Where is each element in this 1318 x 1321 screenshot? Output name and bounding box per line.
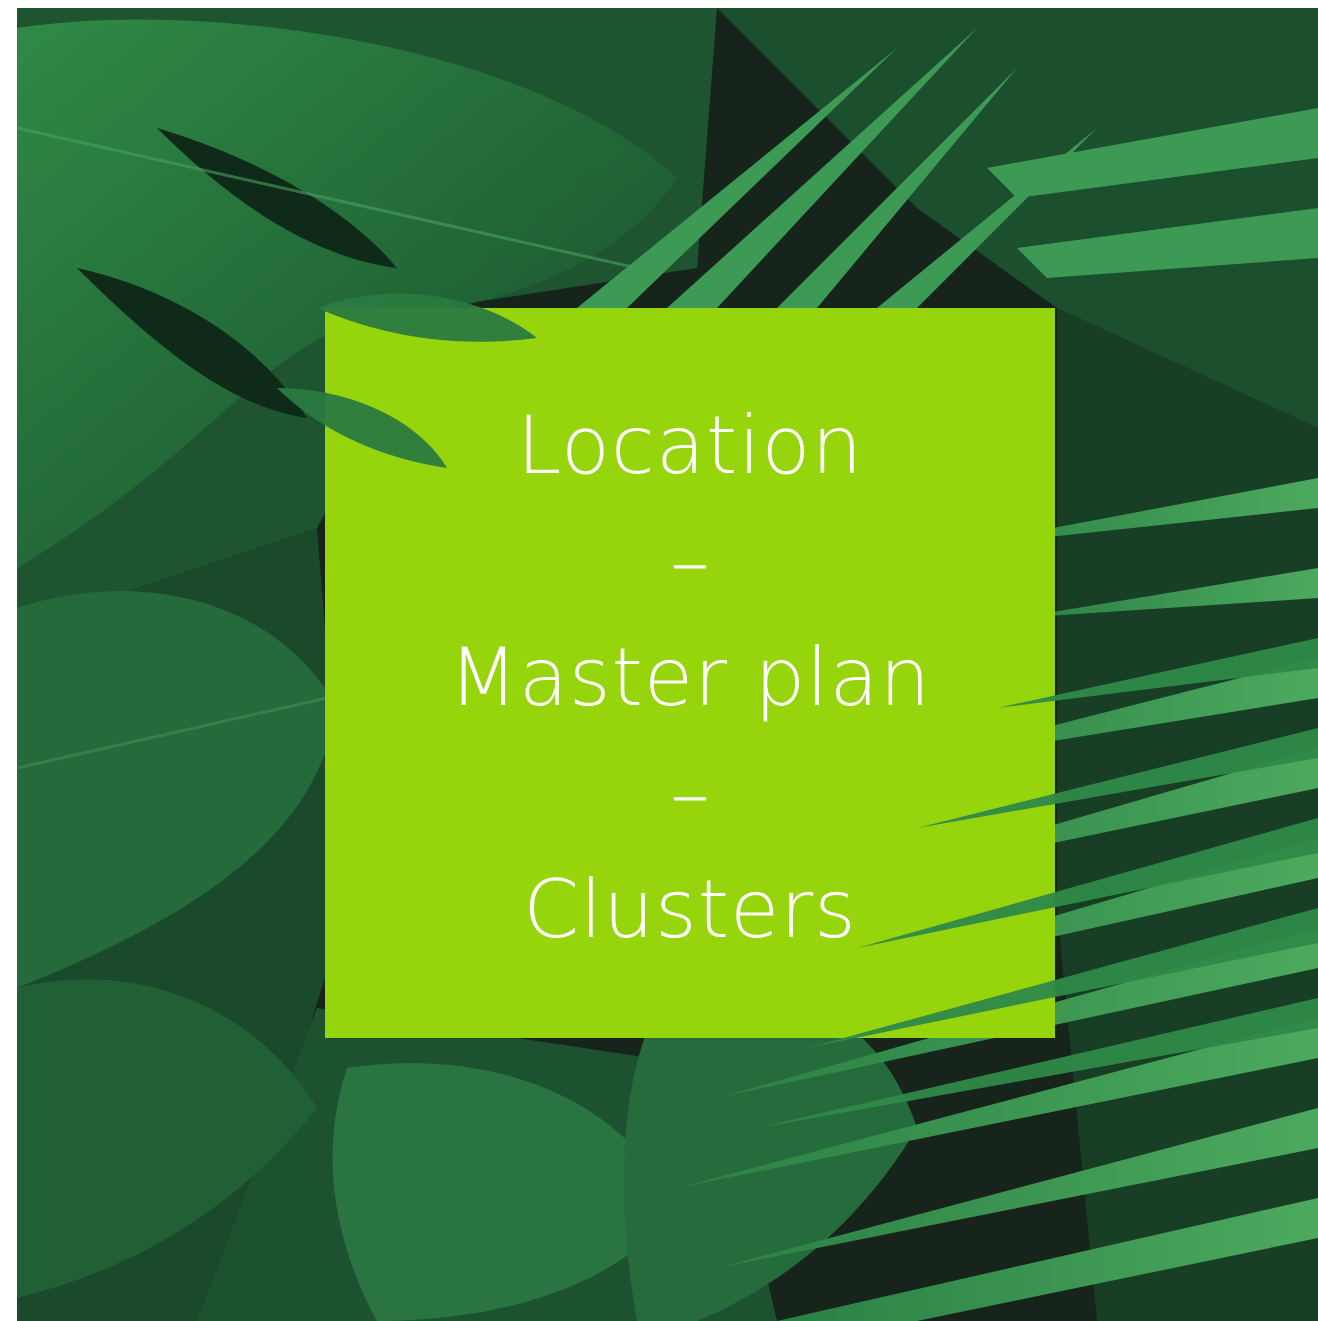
line-clusters: Clusters [523, 863, 857, 956]
photo-frame: Location – Master plan – Clusters [17, 8, 1318, 1321]
separator-dash-2: – [670, 747, 710, 840]
line-location: Location [516, 399, 864, 492]
separator-dash-1: – [670, 515, 710, 608]
line-master-plan: Master plan [448, 631, 932, 724]
card-text: Location – Master plan – Clusters [325, 388, 1055, 968]
